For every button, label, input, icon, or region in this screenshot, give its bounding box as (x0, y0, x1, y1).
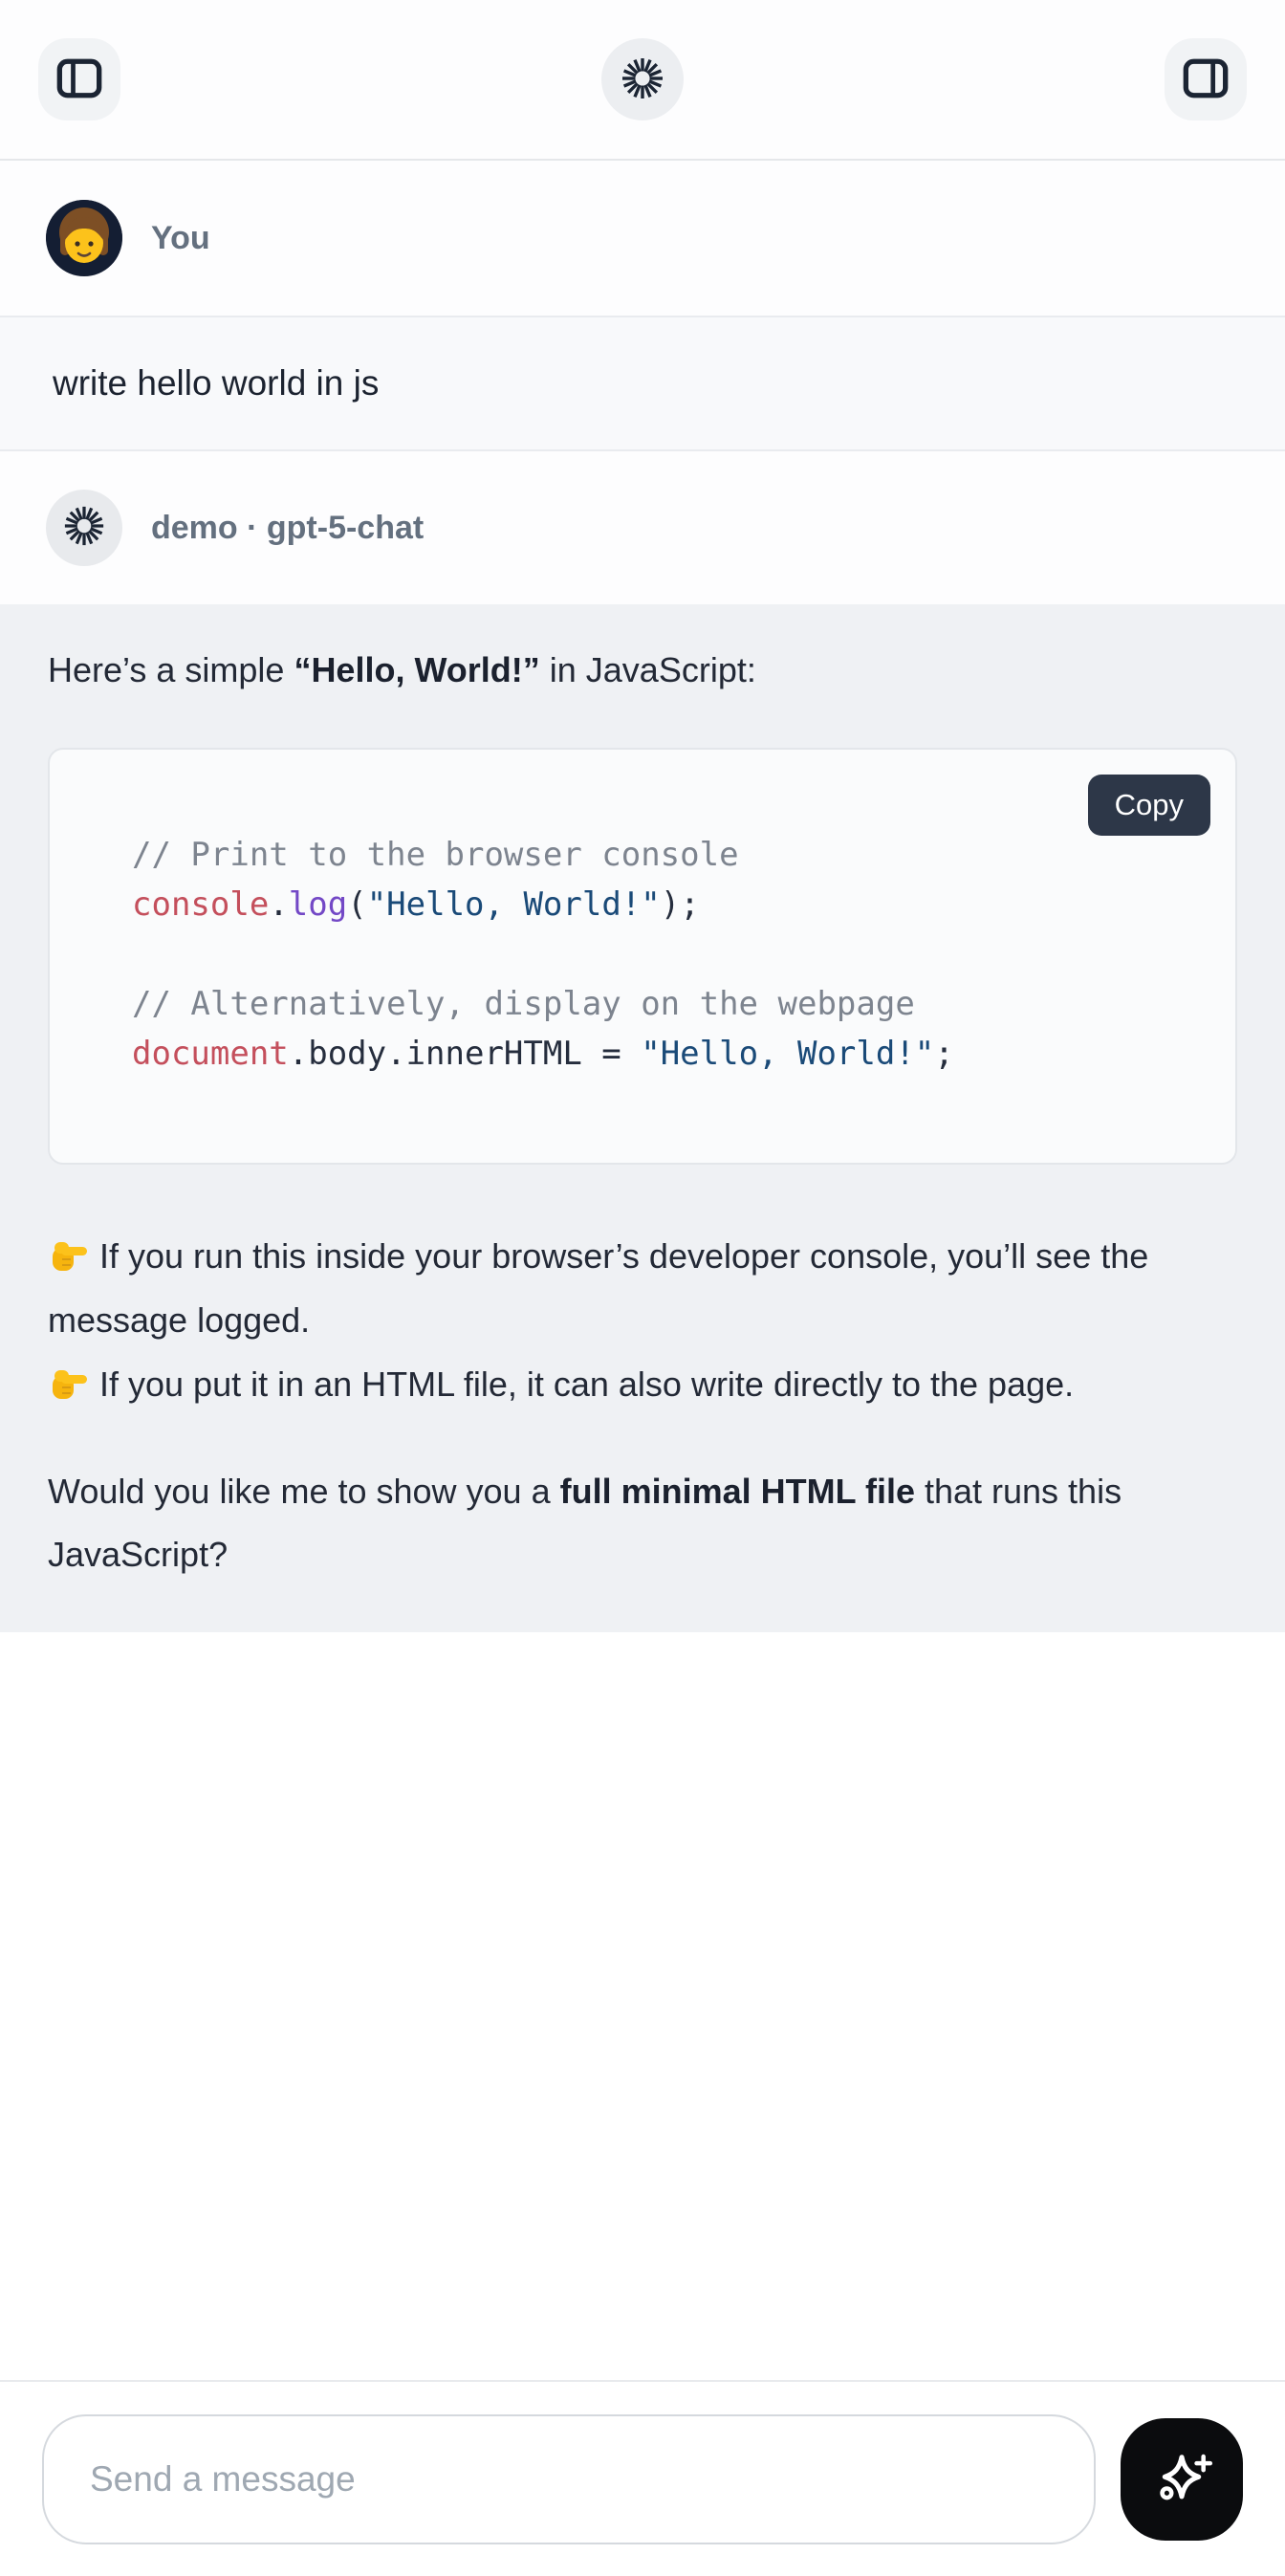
toggle-right-sidebar-button[interactable] (1165, 38, 1247, 120)
code-line (132, 929, 1197, 979)
code-line: // Alternatively, display on the webpage (132, 979, 1197, 1029)
user-message-text: write hello world in js (53, 363, 379, 404)
code-line: // Print to the browser console (132, 830, 1197, 880)
code-token: document (132, 1035, 289, 1073)
code-token: ); (661, 885, 700, 924)
send-button[interactable] (1121, 2418, 1243, 2541)
person-emoji-icon (46, 200, 122, 276)
tip-line: If you run this inside your browser’s de… (48, 1224, 1237, 1352)
code-content: // Print to the browser console console.l… (50, 750, 1235, 1163)
tip-line: If you put it in an HTML file, it can al… (48, 1352, 1237, 1416)
code-token: // Alternatively, display on the webpage (132, 985, 915, 1023)
code-line: console.log("Hello, World!"); (132, 880, 1197, 929)
code-block: Copy // Print to the browser console cons… (48, 748, 1237, 1165)
assistant-sender-row: demo · gpt-5-chat (0, 451, 1285, 604)
text-segment: Would you like me to show you a (48, 1472, 560, 1511)
assistant-tips-paragraph: If you run this inside your browser’s de… (48, 1224, 1237, 1416)
code-token: . (269, 885, 288, 924)
text-segment: If you run this inside your browser’s de… (48, 1236, 1148, 1340)
chat-empty-space (0, 1632, 1285, 2380)
user-message: write hello world in js (0, 316, 1285, 451)
code-token: ( (347, 885, 366, 924)
starburst-icon (62, 504, 106, 553)
panel-right-icon (1181, 54, 1231, 106)
top-toolbar (0, 0, 1285, 161)
panel-left-icon (54, 54, 104, 106)
point-right-emoji-icon (48, 1359, 90, 1401)
assistant-message: Here’s a simple “Hello, World!” in JavaS… (0, 604, 1285, 1632)
code-token: "Hello, World!" (641, 1035, 934, 1073)
assistant-name-label: demo · gpt-5-chat (151, 510, 424, 547)
code-token: console (132, 885, 269, 924)
code-token: ; (934, 1035, 953, 1073)
text-segment: full minimal HTML file (560, 1472, 915, 1511)
code-token: log (289, 885, 347, 924)
message-composer (0, 2380, 1285, 2576)
message-input[interactable] (42, 2414, 1096, 2544)
user-name-label: You (151, 220, 210, 257)
text-segment: “Hello, World!” (294, 650, 539, 689)
user-sender-row: You (0, 161, 1285, 316)
user-avatar (46, 200, 122, 276)
sparkle-plus-icon (1149, 2445, 1214, 2513)
text-segment: in JavaScript: (540, 650, 756, 689)
toggle-left-sidebar-button[interactable] (38, 38, 120, 120)
copy-code-button[interactable]: Copy (1088, 775, 1210, 836)
code-token: .body.innerHTML = (289, 1035, 641, 1073)
assistant-question-paragraph: Would you like me to show you a full min… (48, 1460, 1237, 1586)
code-token: // Print to the browser console (132, 836, 739, 874)
point-right-emoji-icon (48, 1231, 90, 1273)
code-token: "Hello, World!" (367, 885, 661, 924)
text-segment: If you put it in an HTML file, it can al… (90, 1364, 1074, 1404)
text-segment: Here’s a simple (48, 650, 294, 689)
code-line: document.body.innerHTML = "Hello, World!… (132, 1029, 1197, 1079)
assistant-avatar (46, 490, 122, 566)
assistant-intro-paragraph: Here’s a simple “Hello, World!” in JavaS… (48, 646, 1237, 694)
starburst-icon (620, 55, 665, 104)
model-button[interactable] (601, 38, 684, 120)
